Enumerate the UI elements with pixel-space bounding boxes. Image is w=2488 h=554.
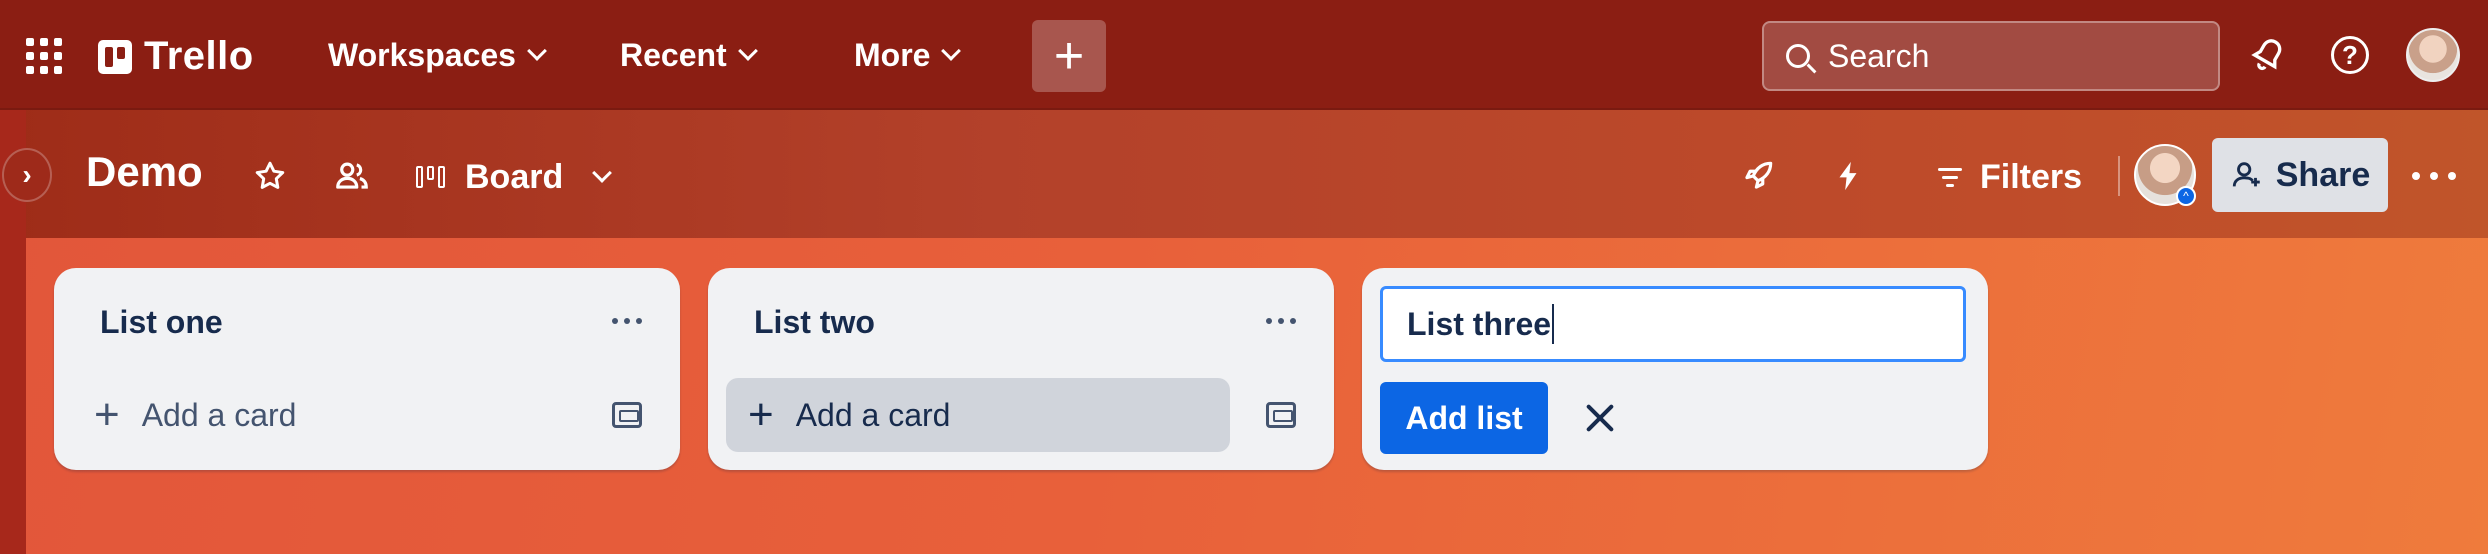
add-list-composer: List three Add list [1362,268,1988,470]
list-title[interactable]: List two [754,304,875,341]
workspaces-menu-button[interactable]: Workspaces [328,30,547,80]
list-column: List one + Add a card [54,268,680,470]
workspaces-label: Workspaces [328,36,516,73]
team-visibility-icon [336,162,368,189]
board-menu-button[interactable] [2412,158,2456,194]
power-ups-button[interactable] [1736,154,1780,198]
search-placeholder: Search [1828,37,1930,74]
trello-logo-icon [98,39,132,74]
filters-label: Filters [1980,157,2083,196]
star-board-button[interactable] [248,154,292,198]
lightning-icon [1839,161,1857,191]
help-icon: ? [2331,36,2369,74]
add-card-button[interactable]: + Add a card [72,378,576,452]
card-template-icon[interactable] [1266,402,1296,428]
add-person-icon [2232,162,2260,187]
plus-icon: + [94,390,120,439]
list-actions-button[interactable] [1266,318,1296,324]
share-label: Share [2275,155,2371,194]
add-list-button[interactable]: Add list [1380,382,1548,454]
rocket-icon [1745,161,1773,189]
account-avatar[interactable] [2406,28,2460,82]
notifications-button[interactable] [2246,33,2290,77]
plus-icon: + [748,390,774,439]
share-button[interactable]: Share [2212,138,2388,212]
app-switcher-icon[interactable] [26,38,62,74]
board-view-switcher[interactable]: Board [416,150,613,204]
filters-button[interactable]: Filters [1938,152,2082,202]
search-input[interactable]: Search [1762,21,2220,91]
header-divider [2118,156,2120,196]
expand-sidebar-button[interactable]: › [2,148,52,202]
filter-icon [1938,167,1962,187]
admin-chevron-icon: ^ [2176,186,2196,206]
visibility-button[interactable] [330,154,374,198]
add-card-label: Add a card [795,396,951,433]
trello-logo[interactable]: Trello [98,34,254,79]
recent-menu-button[interactable]: Recent [620,30,758,80]
bell-icon [2251,39,2282,71]
card-template-icon[interactable] [612,402,642,428]
chevron-right-icon: › [22,159,32,190]
close-icon[interactable] [1578,396,1622,440]
help-button[interactable]: ? [2328,33,2372,77]
board-title[interactable]: Demo [86,148,203,196]
create-button[interactable]: + [1032,20,1106,92]
search-icon [1786,44,1810,68]
more-label: More [854,36,931,73]
brand-name: Trello [144,34,254,78]
board-view-icon [416,166,445,188]
star-icon [255,161,285,189]
chevron-down-icon [527,41,547,61]
list-column: List two + Add a card [708,268,1334,470]
add-card-label: Add a card [141,396,297,433]
list-actions-button[interactable] [612,318,642,324]
chevron-down-icon [941,41,962,61]
list-title-input[interactable]: List three [1380,286,1966,362]
add-card-button[interactable]: + Add a card [726,378,1230,452]
more-menu-button[interactable]: More [854,30,962,80]
chevron-down-icon [737,41,758,61]
list-title[interactable]: List one [100,304,223,341]
list-title-input-value: List three [1407,305,1552,342]
text-caret [1552,304,1555,344]
recent-label: Recent [620,36,727,73]
board-view-label: Board [465,157,564,196]
chevron-down-icon [592,163,613,183]
top-navigation-bar: Trello Workspaces Recent More + Search ? [0,0,2488,110]
automation-button[interactable] [1826,154,1870,198]
